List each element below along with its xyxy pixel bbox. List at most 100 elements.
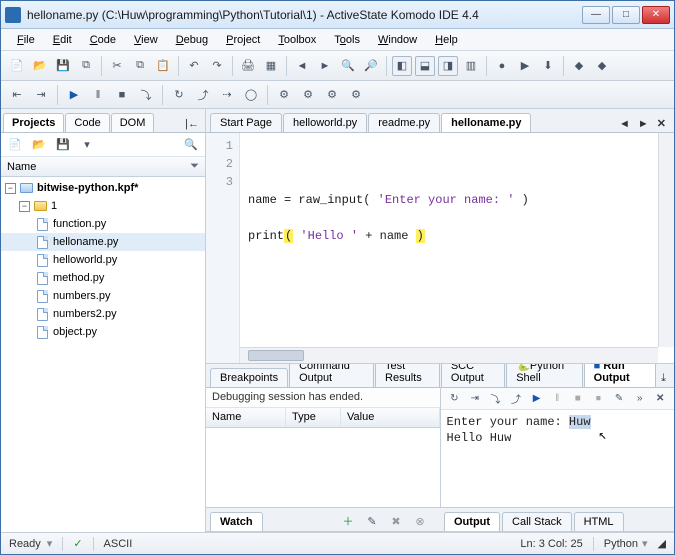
tool2-icon[interactable]: ⚙ xyxy=(298,85,318,105)
step-out-icon[interactable]: ⤴ xyxy=(193,85,213,105)
clear-icon[interactable]: ✎ xyxy=(611,391,627,407)
tree-file[interactable]: method.py xyxy=(1,269,205,287)
proj-save-icon[interactable]: 💾 xyxy=(53,135,73,155)
pane-bottom-icon[interactable]: ⬓ xyxy=(415,56,435,76)
macro-save-icon[interactable]: ⬇ xyxy=(538,56,558,76)
horizontal-scrollbar[interactable] xyxy=(240,347,658,363)
tab-start-page[interactable]: Start Page xyxy=(210,113,282,132)
col-name[interactable]: Name xyxy=(206,408,286,427)
refresh-icon[interactable]: ↻ xyxy=(446,391,462,407)
tree-file[interactable]: numbers2.py xyxy=(1,305,205,323)
forward-icon[interactable]: ► xyxy=(315,56,335,76)
menu-project[interactable]: Project xyxy=(218,32,268,48)
proj-menu-icon[interactable]: ▾ xyxy=(77,135,97,155)
find-icon[interactable]: 🔍 xyxy=(338,56,358,76)
paste-icon[interactable]: 📋 xyxy=(153,56,173,76)
project-tree[interactable]: − bitwise-python.kpf* − 1 function.py he… xyxy=(1,177,205,532)
play-icon[interactable]: ▶ xyxy=(529,391,545,407)
resize-grip-icon[interactable]: ◢ xyxy=(658,537,666,550)
tab-watch[interactable]: Watch xyxy=(210,512,263,531)
pause-icon[interactable]: ‖ xyxy=(88,85,108,105)
pause-icon[interactable]: ‖ xyxy=(549,391,565,407)
tool1-icon[interactable]: ⚙ xyxy=(274,85,294,105)
step2-icon[interactable]: ⤵ xyxy=(488,391,504,407)
collapse-left-icon[interactable]: |← xyxy=(181,116,203,132)
pane-left-icon[interactable]: ◧ xyxy=(392,56,412,76)
edit-icon[interactable]: ✎ xyxy=(362,511,382,531)
tree-root[interactable]: − bitwise-python.kpf* xyxy=(1,179,205,197)
collapse-icon[interactable]: − xyxy=(19,201,30,212)
tool4-icon[interactable]: ⚙ xyxy=(346,85,366,105)
indent-left-icon[interactable]: ⇤ xyxy=(7,85,27,105)
kill-icon[interactable]: ⏹ xyxy=(591,391,607,407)
macro-rec-icon[interactable]: ● xyxy=(492,56,512,76)
tab-prev-icon[interactable]: ◄ xyxy=(615,116,634,132)
proj-find-icon[interactable]: 🔍 xyxy=(181,135,201,155)
breakpoint-icon[interactable]: ◯ xyxy=(241,85,261,105)
undo-icon[interactable]: ↶ xyxy=(184,56,204,76)
collapse-icon[interactable]: − xyxy=(5,183,16,194)
menu-help[interactable]: Help xyxy=(427,32,466,48)
tree-file[interactable]: numbers.py xyxy=(1,287,205,305)
tab-dom[interactable]: DOM xyxy=(111,113,155,132)
cut-icon[interactable]: ✂ xyxy=(107,56,127,76)
close-button[interactable]: ✕ xyxy=(642,6,670,24)
tab-helloname[interactable]: helloname.py xyxy=(441,113,531,132)
indent-right-icon[interactable]: ⇥ xyxy=(31,85,51,105)
toggle-icon[interactable]: ▥ xyxy=(461,56,481,76)
status-dropdown-icon[interactable]: ▾ xyxy=(47,537,53,550)
tree-folder[interactable]: − 1 xyxy=(1,197,205,215)
status-language[interactable]: Python xyxy=(604,538,638,550)
vars-body[interactable] xyxy=(206,428,440,507)
tool3-icon[interactable]: ⚙ xyxy=(322,85,342,105)
tree-file[interactable]: helloworld.py xyxy=(1,251,205,269)
macro-play-icon[interactable]: ▶ xyxy=(515,56,535,76)
menu-toolbox[interactable]: Toolbox xyxy=(270,32,324,48)
menu-debug[interactable]: Debug xyxy=(168,32,216,48)
save-icon[interactable]: 💾 xyxy=(53,56,73,76)
collapse-bottom-icon[interactable]: ⤓ xyxy=(657,370,670,387)
new-icon[interactable]: 📄 xyxy=(7,56,27,76)
editor[interactable]: 1 2 3 name = raw_input( 'Enter your name… xyxy=(206,133,674,364)
find-next-icon[interactable]: 🔎 xyxy=(361,56,381,76)
step-into-icon[interactable]: ⤵ xyxy=(136,85,156,105)
tree-header-chevron-icon[interactable]: ⏷ xyxy=(190,160,199,173)
proj-new-icon[interactable]: 📄 xyxy=(5,135,25,155)
tab-code[interactable]: Code xyxy=(65,113,109,132)
step-over-icon[interactable]: ↻ xyxy=(169,85,189,105)
tree-file[interactable]: helloname.py xyxy=(1,233,205,251)
menu-edit[interactable]: Edit xyxy=(45,32,80,48)
menu-tools[interactable]: Tools xyxy=(326,32,368,48)
tab-helloworld[interactable]: helloworld.py xyxy=(283,113,367,132)
save-all-icon[interactable]: ⧉ xyxy=(76,56,96,76)
clear-all-icon[interactable]: ⊗ xyxy=(410,511,430,531)
delete-icon[interactable]: ✖ xyxy=(386,511,406,531)
vertical-scrollbar[interactable] xyxy=(658,133,674,347)
tree-file[interactable]: object.py xyxy=(1,323,205,341)
tree-file[interactable]: function.py xyxy=(1,215,205,233)
print-icon[interactable]: 🖨 xyxy=(238,56,258,76)
run-output-text[interactable]: Enter your name: Huw Hello Huw↖ xyxy=(441,410,675,507)
menu-code[interactable]: Code xyxy=(82,32,124,48)
pane-right-icon[interactable]: ◨ xyxy=(438,56,458,76)
add-icon[interactable]: ＋ xyxy=(338,511,358,531)
scroll-thumb[interactable] xyxy=(248,350,304,361)
maximize-button[interactable]: □ xyxy=(612,6,640,24)
col-type[interactable]: Type xyxy=(286,408,341,427)
run-to-icon[interactable]: ⇢ xyxy=(217,85,237,105)
tab-projects[interactable]: Projects xyxy=(3,113,64,132)
menu-window[interactable]: Window xyxy=(370,32,425,48)
minimize-button[interactable]: — xyxy=(582,6,610,24)
copy-icon[interactable]: ⧉ xyxy=(130,56,150,76)
tab-breakpoints[interactable]: Breakpoints xyxy=(210,368,288,387)
tab-next-icon[interactable]: ► xyxy=(634,116,653,132)
step1-icon[interactable]: ⇥ xyxy=(467,391,483,407)
tab-output[interactable]: Output xyxy=(444,512,500,531)
col-value[interactable]: Value xyxy=(341,408,440,427)
stop-icon[interactable]: ■ xyxy=(570,391,586,407)
open-icon[interactable]: 📂 xyxy=(30,56,50,76)
status-lang-dropdown-icon[interactable]: ▾ xyxy=(642,537,648,550)
menu-view[interactable]: View xyxy=(126,32,166,48)
tab-readme[interactable]: readme.py xyxy=(368,113,440,132)
status-encoding[interactable]: ASCII xyxy=(104,538,133,550)
